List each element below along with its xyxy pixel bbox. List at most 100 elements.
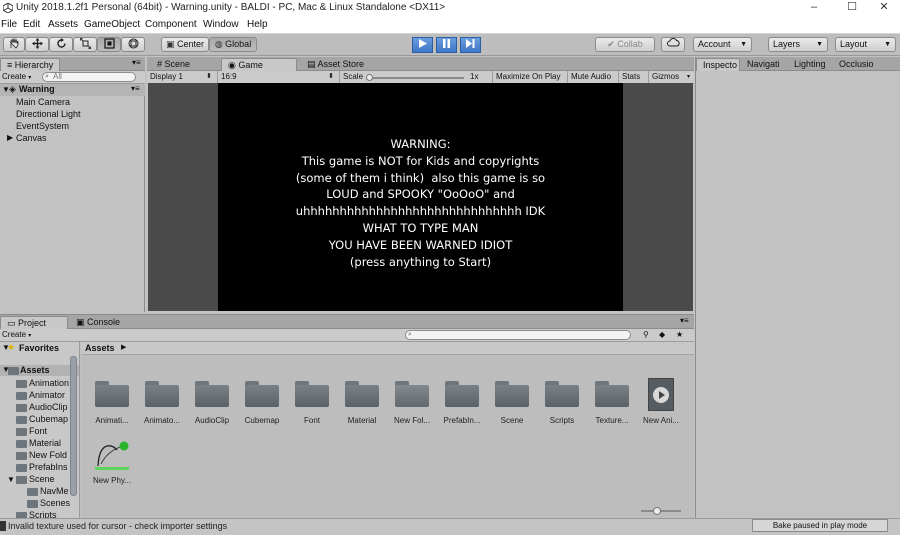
layout-dropdown[interactable]: Layout ▼ xyxy=(835,37,896,52)
asset-folder-animator[interactable] xyxy=(145,381,179,407)
rect-tool-button[interactable] xyxy=(97,37,121,52)
icon-size-slider-thumb[interactable] xyxy=(653,507,661,515)
physics-material-icon[interactable] xyxy=(93,438,131,472)
asset-folder-material[interactable] xyxy=(345,381,379,407)
tab-game-label: Game xyxy=(238,60,263,70)
icon-size-slider-track[interactable] xyxy=(641,510,681,512)
hierarchy-item-directional-light[interactable]: Directional Light xyxy=(16,109,81,119)
asset-folder-cubemap[interactable] xyxy=(245,381,279,407)
tree-scrollbar[interactable] xyxy=(70,356,77,496)
move-tool-button[interactable] xyxy=(25,37,49,52)
layers-dropdown[interactable]: Layers ▼ xyxy=(768,37,828,52)
asset-folder-scripts[interactable] xyxy=(545,381,579,407)
tree-item-font[interactable]: Font xyxy=(29,426,47,436)
transform-icon xyxy=(128,38,138,49)
asset-folder-font[interactable] xyxy=(295,381,329,407)
tab-lighting[interactable]: Lighting xyxy=(788,58,832,71)
scene-tab-icon: # xyxy=(157,59,163,69)
tab-project[interactable]: ▭ Project xyxy=(0,316,68,329)
cloud-button[interactable] xyxy=(661,37,685,52)
menu-component[interactable]: Component xyxy=(145,19,197,30)
tab-hierarchy[interactable]: ≡ Hierarchy xyxy=(0,58,61,71)
tree-item-cubemap[interactable]: Cubemap xyxy=(29,414,68,424)
filter-type-icon[interactable]: ⚲ xyxy=(643,330,649,341)
pivot-center-button[interactable]: ▣ Center xyxy=(161,37,209,52)
minimize-button[interactable]: – xyxy=(796,0,832,17)
star-icon[interactable]: ★ xyxy=(676,330,683,341)
tree-item-prefabinstance[interactable]: PrefabIns xyxy=(29,462,68,472)
panel-menu-icon[interactable]: ▾≡ xyxy=(680,316,689,327)
asset-animation-clip[interactable] xyxy=(648,378,674,411)
tree-item-new-folder[interactable]: New Fold xyxy=(29,450,67,460)
asset-folder-prefabinstance[interactable] xyxy=(445,381,479,407)
favorites-label[interactable]: Favorites xyxy=(19,343,59,353)
scene-row[interactable]: ▼ ◈ Warning ▾≡ xyxy=(0,84,145,96)
menu-edit[interactable]: Edit xyxy=(23,19,40,30)
folder-body xyxy=(195,385,229,407)
tab-occlusion[interactable]: Occlusio xyxy=(833,58,879,71)
asset-folder-audioclip[interactable] xyxy=(195,381,229,407)
collab-button[interactable]: ✔ Collab xyxy=(595,37,655,52)
scene-menu-icon[interactable]: ▾≡ xyxy=(131,84,140,93)
hand-tool-button[interactable] xyxy=(3,37,25,52)
tree-item-animator[interactable]: Animator xyxy=(29,390,65,400)
tree-item-scene[interactable]: Scene xyxy=(29,474,55,484)
pivot-global-button[interactable]: ◍ Global xyxy=(209,37,257,52)
folder-icon xyxy=(27,500,38,508)
tag-icon[interactable]: ◆ xyxy=(659,330,665,341)
project-panel: ▭ Project ▣ Console ▾≡ Create ▾ ⌕ ⚲ ◆ ★ … xyxy=(0,314,694,519)
maximize-button[interactable]: ☐ xyxy=(834,0,870,17)
dropdown-arrow-icon: ▾ xyxy=(28,333,32,339)
search-icon: ⌕ xyxy=(408,331,412,338)
tab-game[interactable]: ◉ Game xyxy=(221,58,297,71)
menu-gameobject[interactable]: GameObject xyxy=(84,19,140,30)
asset-folder-animation[interactable] xyxy=(95,381,129,407)
step-button[interactable] xyxy=(460,37,481,53)
transform-tool-button[interactable] xyxy=(121,37,145,52)
rotate-tool-button[interactable] xyxy=(49,37,73,52)
tab-navigation[interactable]: Navigati xyxy=(741,58,787,71)
rect-tool-icon xyxy=(103,38,115,49)
asset-folder-new-folder[interactable] xyxy=(395,381,429,407)
expand-arrow-icon[interactable]: ▶ xyxy=(7,133,13,142)
asset-folder-textures[interactable] xyxy=(595,381,629,407)
close-button[interactable]: ✕ xyxy=(866,0,900,17)
scale-tool-button[interactable] xyxy=(73,37,97,52)
folder-body xyxy=(145,385,179,407)
project-create-button[interactable]: Create ▾ xyxy=(2,330,31,341)
hierarchy-create-button[interactable]: Create ▾ xyxy=(2,72,31,83)
tree-item-navmesh[interactable]: NavMe xyxy=(40,486,69,496)
hierarchy-item-eventsystem[interactable]: EventSystem xyxy=(16,121,69,131)
panel-menu-icon[interactable]: ▾≡ xyxy=(132,58,141,69)
tree-item-material[interactable]: Material xyxy=(29,438,61,448)
hierarchy-item-main-camera[interactable]: Main Camera xyxy=(16,97,70,107)
tab-scene[interactable]: # Scene xyxy=(151,58,196,71)
collab-label: Collab xyxy=(617,39,643,49)
folder-icon xyxy=(16,440,27,448)
tree-item-animation[interactable]: Animation xyxy=(29,378,69,388)
status-message[interactable]: Invalid texture used for cursor - check … xyxy=(8,521,227,531)
hierarchy-search-input[interactable]: ⌕ All xyxy=(42,72,136,82)
tree-item-scenes[interactable]: Scenes xyxy=(40,498,70,508)
menu-assets[interactable]: Assets xyxy=(48,19,78,30)
menu-file[interactable]: File xyxy=(1,19,17,30)
breadcrumb-assets[interactable]: Assets xyxy=(85,343,115,353)
scale-icon xyxy=(79,38,91,50)
asset-folder-scene[interactable] xyxy=(495,381,529,407)
account-dropdown[interactable]: Account ▼ xyxy=(693,37,752,52)
play-button[interactable] xyxy=(412,37,433,53)
folder-body xyxy=(495,385,529,407)
expand-arrow-icon[interactable]: ▼ xyxy=(7,475,15,484)
menu-help[interactable]: Help xyxy=(247,19,268,30)
tree-item-audioclip[interactable]: AudioClip xyxy=(29,402,68,412)
tab-inspector[interactable]: Inspecto xyxy=(696,58,740,71)
project-search-input[interactable]: ⌕ xyxy=(405,330,631,340)
pause-button[interactable] xyxy=(436,37,457,53)
tab-asset-store[interactable]: ▤ Asset Store xyxy=(301,58,370,71)
scale-slider-track[interactable] xyxy=(368,77,464,79)
tab-console[interactable]: ▣ Console xyxy=(70,316,126,329)
tree-assets-row[interactable]: ▼ Assets xyxy=(0,365,79,376)
menu-window[interactable]: Window xyxy=(203,19,239,30)
hierarchy-item-canvas[interactable]: Canvas xyxy=(16,133,47,143)
scale-slider-thumb[interactable] xyxy=(366,74,373,81)
